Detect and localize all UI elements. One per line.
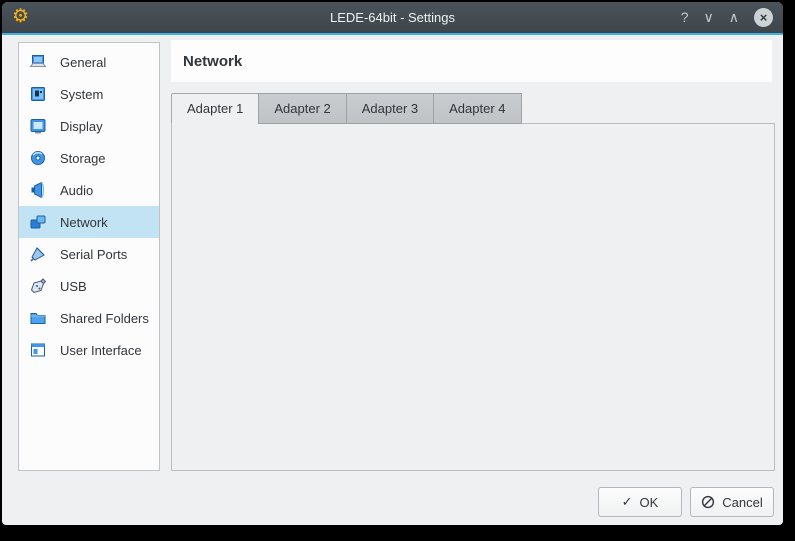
sidebar-item-label: General (60, 55, 106, 70)
tab-adapter-1[interactable]: Adapter 1 (171, 93, 259, 124)
shared-folders-icon (28, 308, 48, 328)
tab-adapter-3[interactable]: Adapter 3 (346, 93, 434, 124)
sidebar-item-display[interactable]: Display (19, 110, 159, 142)
sidebar-item-audio[interactable]: Audio (19, 174, 159, 206)
adapter1-panel (171, 123, 775, 471)
tab-adapter-4[interactable]: Adapter 4 (433, 93, 521, 124)
close-button[interactable]: × (754, 8, 773, 27)
network-icon (28, 212, 48, 232)
gear-icon: ⚙ (12, 6, 29, 28)
cancel-button[interactable]: Cancel (690, 487, 774, 517)
user-interface-icon (28, 340, 48, 360)
help-button[interactable]: ? (681, 2, 689, 33)
sidebar-item-label: Storage (60, 151, 106, 166)
sidebar-item-label: USB (60, 279, 87, 294)
ok-button[interactable]: ✓ OK (598, 487, 682, 517)
adapter-tabbar: Adapter 1 Adapter 2 Adapter 3 Adapter 4 (171, 93, 522, 124)
page-title: Network (171, 53, 242, 70)
minimize-button[interactable]: ∨ (704, 2, 714, 33)
storage-icon (28, 148, 48, 168)
serial-ports-icon (28, 244, 48, 264)
sidebar-item-label: Display (60, 119, 103, 134)
usb-icon (28, 276, 48, 296)
sidebar: General System Display Storage Audio Net… (18, 42, 160, 471)
sidebar-item-system[interactable]: System (19, 78, 159, 110)
audio-icon (28, 180, 48, 200)
titlebar: ⚙ LEDE-64bit - Settings ? ∨ ∧ × (2, 2, 783, 33)
sidebar-item-shared-folders[interactable]: Shared Folders (19, 302, 159, 334)
sidebar-item-general[interactable]: General (19, 46, 159, 78)
titlebar-accent-line (2, 33, 783, 35)
check-icon: ✓ (622, 494, 633, 510)
window-title: LEDE-64bit - Settings (2, 10, 783, 25)
tab-adapter-2[interactable]: Adapter 2 (258, 93, 346, 124)
sidebar-item-label: User Interface (60, 343, 142, 358)
display-icon (28, 116, 48, 136)
sidebar-item-serial-ports[interactable]: Serial Ports (19, 238, 159, 270)
general-icon (28, 52, 48, 72)
header-strip: Network (171, 40, 772, 82)
sidebar-item-label: Serial Ports (60, 247, 127, 262)
sidebar-item-label: Network (60, 215, 108, 230)
sidebar-item-usb[interactable]: USB (19, 270, 159, 302)
sidebar-item-label: Audio (60, 183, 93, 198)
sidebar-item-network[interactable]: Network (19, 206, 159, 238)
sidebar-item-user-interface[interactable]: User Interface (19, 334, 159, 366)
sidebar-item-storage[interactable]: Storage (19, 142, 159, 174)
sidebar-item-label: System (60, 87, 103, 102)
sidebar-item-label: Shared Folders (60, 311, 149, 326)
cancel-icon (701, 495, 715, 509)
settings-window: ⚙ LEDE-64bit - Settings ? ∨ ∧ × Network … (2, 2, 783, 525)
system-icon (28, 84, 48, 104)
maximize-button[interactable]: ∧ (729, 2, 739, 33)
